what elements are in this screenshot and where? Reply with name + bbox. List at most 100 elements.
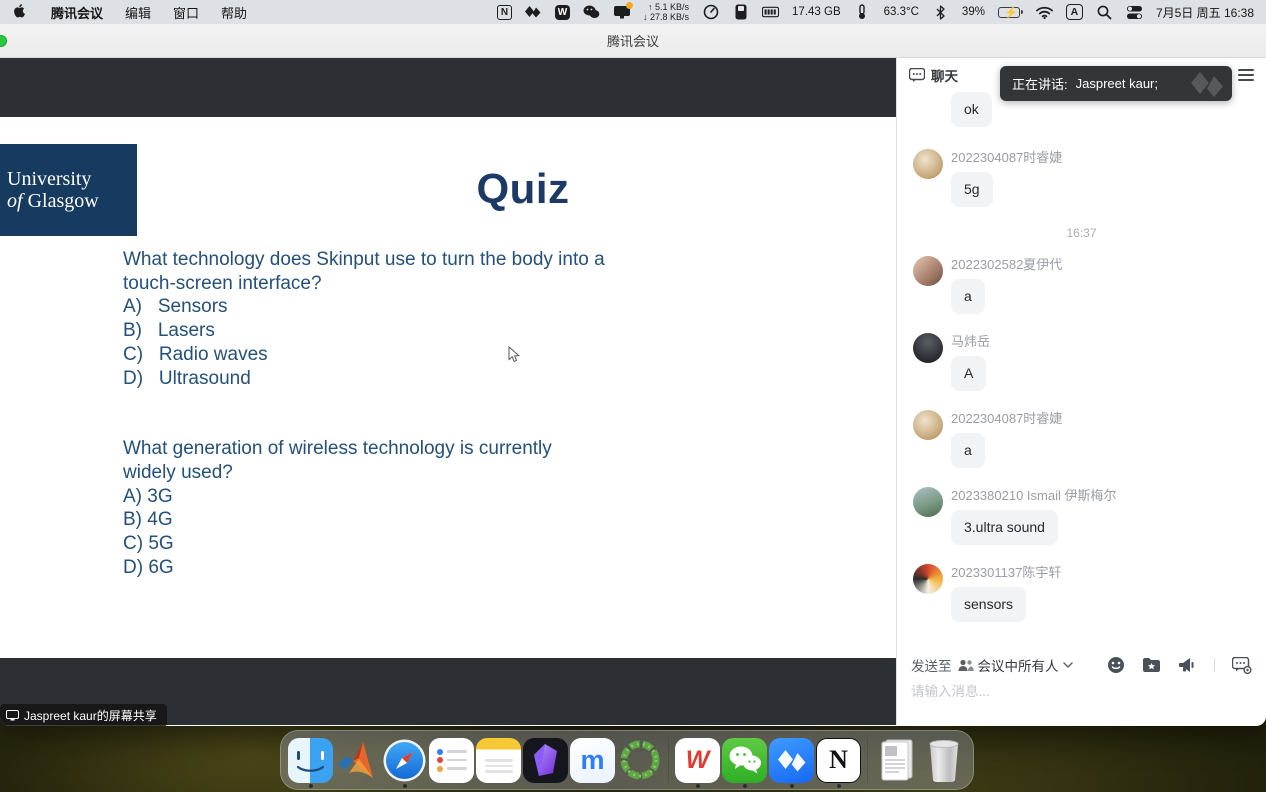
chat-message: 2023301137陈宇轩 sensors	[913, 564, 1250, 622]
chat-message: 2022302582夏伊代 a	[913, 256, 1250, 314]
q1-option-b: B) Lasers	[123, 319, 605, 343]
avatar	[913, 564, 943, 594]
window-titlebar[interactable]: 腾讯会议	[0, 24, 1266, 58]
running-indicator	[696, 784, 700, 788]
message-input[interactable]	[911, 684, 1252, 699]
chat-bubble-icon	[909, 68, 925, 82]
notion-menubar-icon[interactable]: N	[497, 5, 512, 20]
temperature-menubar-icon[interactable]	[854, 4, 871, 21]
avatar	[913, 256, 943, 286]
input-source-icon[interactable]: A	[1066, 4, 1083, 20]
audience-selector[interactable]: 会议中所有人	[978, 655, 1059, 675]
menu-edit[interactable]: 编辑	[125, 3, 151, 22]
q2-option-b: B) 4G	[123, 508, 605, 532]
logo-line2: of Glasgow	[7, 190, 137, 212]
menu-app-name[interactable]: 腾讯会议	[51, 3, 103, 22]
dock-trash-icon[interactable]	[920, 731, 967, 789]
dock-notes-icon[interactable]	[475, 731, 522, 789]
running-indicator	[403, 784, 407, 788]
chevron-down-icon[interactable]	[1063, 662, 1073, 668]
sender-name: 马炜岳	[951, 333, 1250, 351]
sender-name: 2022304087时睿婕	[951, 410, 1250, 428]
chat-panel: 聊天 ok 2022304087时睿婕 5g 16:37 2022302582夏…	[896, 58, 1266, 725]
chat-settings-icon[interactable]	[1232, 657, 1252, 674]
message-bubble: sensors	[951, 587, 1026, 622]
menu-window[interactable]: 窗口	[173, 3, 199, 22]
dock-tencent-meeting-icon[interactable]	[768, 731, 815, 789]
message-bubble: a	[951, 433, 985, 468]
chat-message: 2022304087时睿婕 5g	[913, 149, 1250, 207]
chat-menu-icon[interactable]	[1238, 66, 1254, 84]
emoji-icon[interactable]	[1107, 656, 1125, 674]
wechat-menubar-icon[interactable]	[583, 4, 600, 21]
avatar	[913, 333, 943, 363]
chat-message: 马炜岳 A	[913, 333, 1250, 391]
message-bubble: 3.ultra sound	[951, 510, 1058, 545]
memory-value: 17.43 GB	[792, 6, 841, 18]
screen-share-area: University of Glasgow Quiz What technolo…	[0, 58, 896, 725]
monitor-icon	[6, 710, 19, 721]
shared-slide: University of Glasgow Quiz What technolo…	[0, 117, 896, 658]
message-bubble: ok	[951, 92, 992, 127]
wps-menubar-icon[interactable]: W	[555, 5, 570, 20]
message-bubble: a	[951, 279, 985, 314]
dock-wps-office-icon[interactable]: W	[674, 731, 721, 789]
running-indicator	[790, 784, 794, 788]
dock-green-ring-icon[interactable]	[616, 731, 663, 789]
dock-divider	[668, 737, 669, 783]
dock-divider	[867, 737, 868, 783]
search-icon[interactable]	[1096, 4, 1113, 21]
q2-line: What generation of wireless technology i…	[123, 437, 605, 461]
dock-finder-icon[interactable]	[287, 731, 334, 789]
running-indicator	[837, 784, 841, 788]
q1-line: touch-screen interface?	[123, 272, 605, 296]
megaphone-icon[interactable]	[1178, 657, 1197, 673]
apple-logo-icon[interactable]	[12, 4, 29, 21]
q2-option-d: D) 6G	[123, 556, 605, 580]
menubar-datetime[interactable]: 7月5日 周五 16:38	[1156, 4, 1254, 21]
dock-safari-icon[interactable]	[381, 731, 428, 789]
temperature-value: 63.3°C	[884, 6, 919, 18]
dock-notion-icon[interactable]: N	[815, 731, 862, 789]
chat-title: 聊天	[931, 65, 958, 85]
display-menubar-icon[interactable]	[613, 4, 630, 21]
chat-messages[interactable]: ok 2022304087时睿婕 5g 16:37 2022302582夏伊代 …	[897, 88, 1266, 645]
memory-menubar-icon[interactable]	[762, 4, 779, 21]
notification-dot	[626, 2, 633, 9]
send-to-label: 发送至	[911, 655, 952, 675]
dock-mita-icon[interactable]: m	[569, 731, 616, 789]
avatar	[913, 410, 943, 440]
tencent-meeting-menubar-icon[interactable]	[525, 4, 542, 21]
mouse-cursor-icon	[508, 346, 520, 369]
people-icon	[958, 659, 974, 672]
folder-star-icon[interactable]	[1142, 657, 1161, 673]
battery-percent: 39%	[962, 6, 985, 18]
running-indicator	[743, 784, 747, 788]
network-speed[interactable]: ↑ 5.1 KB/s ↓ 27.8 KB/s	[643, 2, 689, 22]
sender-name: 2022302582夏伊代	[951, 256, 1250, 274]
timestamp: 16:37	[913, 226, 1250, 240]
battery-icon[interactable]: ⚡	[998, 7, 1023, 18]
university-of-glasgow-logo: University of Glasgow	[0, 144, 137, 236]
speaker-name: Jaspreet kaur;	[1076, 76, 1158, 91]
phone-menubar-icon[interactable]	[732, 4, 749, 21]
avatar	[913, 149, 943, 179]
dock-obsidian-icon[interactable]	[522, 731, 569, 789]
control-center-icon[interactable]	[1126, 4, 1143, 21]
dock-reminders-icon[interactable]	[428, 731, 475, 789]
quiz-questions: What technology does Skinput use to turn…	[123, 248, 605, 579]
dock-documents-icon[interactable]	[873, 731, 920, 789]
traffic-light-green[interactable]	[0, 35, 7, 47]
gauge-menubar-icon[interactable]	[702, 4, 719, 21]
screen-share-label: Jaspreet kaur的屏幕共享	[0, 704, 167, 726]
bluetooth-icon[interactable]	[932, 4, 949, 21]
q1-line: What technology does Skinput use to turn…	[123, 248, 605, 272]
dock-wechat-icon[interactable]	[721, 731, 768, 789]
menu-help[interactable]: 帮助	[221, 3, 247, 22]
dock-matlab-icon[interactable]	[334, 731, 381, 789]
q2-option-a: A) 3G	[123, 485, 605, 509]
dock: m W N	[280, 730, 974, 790]
running-indicator	[309, 784, 313, 788]
chat-message: 2023380210 Ismail 伊斯梅尔 3.ultra sound	[913, 487, 1250, 545]
wifi-icon[interactable]	[1036, 4, 1053, 21]
